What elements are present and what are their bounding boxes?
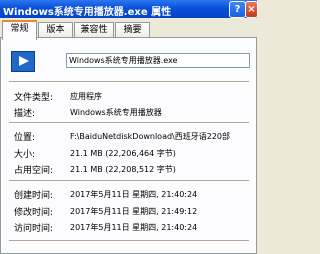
- separator: [9, 180, 249, 182]
- created-label: 创建时间:: [14, 191, 54, 201]
- tab-summary[interactable]: 摘要: [115, 22, 150, 38]
- separator: [9, 240, 249, 242]
- modified-value: 2017年5月11日 星期四, 21:49:12: [70, 207, 198, 216]
- file-type-value: 应用程序: [70, 92, 102, 101]
- tab-general[interactable]: 常规: [2, 20, 37, 40]
- separator: [9, 122, 249, 124]
- media-player-icon: [11, 51, 35, 72]
- file-name-field[interactable]: Windows系统专用播放器.exe: [66, 53, 250, 68]
- accessed-label: 访问时间:: [14, 224, 54, 234]
- close-button[interactable]: ×: [245, 1, 258, 18]
- description-label: 描述:: [14, 109, 36, 119]
- help-button[interactable]: ?: [229, 1, 246, 18]
- accessed-value: 2017年5月11日 星期四, 21:40:24: [70, 223, 198, 232]
- modified-label: 修改时间:: [14, 208, 54, 218]
- location-value: F:\BaiduNetdiskDownload\西班牙语220部: [70, 132, 231, 141]
- created-value: 2017年5月11日 星期四, 21:40:24: [70, 190, 198, 199]
- size-label: 大小:: [14, 150, 36, 160]
- file-type-label: 文件类型:: [14, 93, 54, 103]
- tab-version[interactable]: 版本: [38, 22, 73, 38]
- title-bar[interactable]: Windows系统专用播放器.exe 属性 ? ×: [0, 0, 258, 18]
- window-title: Windows系统专用播放器.exe 属性: [3, 7, 172, 18]
- separator: [9, 81, 249, 83]
- tab-compatibility[interactable]: 兼容性: [74, 22, 114, 38]
- location-label: 位置:: [14, 133, 36, 143]
- general-panel: Windows系统专用播放器.exe 文件类型: 应用程序 描述: Window…: [0, 37, 257, 254]
- size-on-disk-value: 21.1 MB (22,208,512 字节): [70, 165, 176, 174]
- size-value: 21.1 MB (22,206,464 字节): [70, 149, 176, 158]
- size-on-disk-label: 占用空间:: [14, 166, 54, 176]
- description-value: Windows系统专用播放器: [70, 108, 162, 117]
